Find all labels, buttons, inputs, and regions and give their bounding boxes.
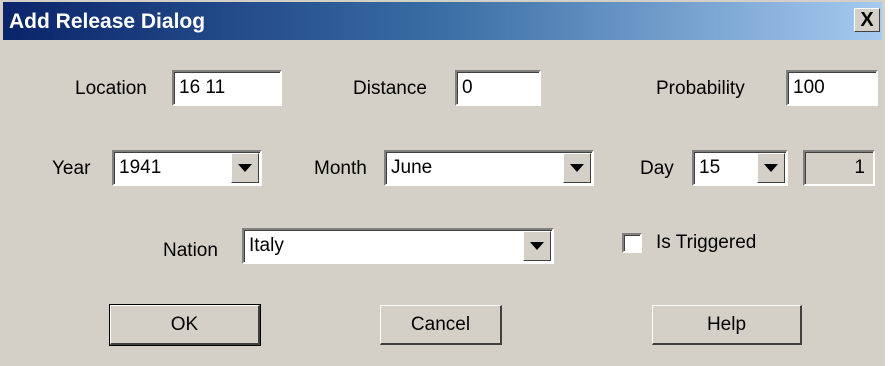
location-input[interactable]: 16 11 [172,70,282,106]
probability-input[interactable]: 100 [786,70,878,106]
is-triggered-checkbox[interactable] [622,233,642,253]
day-label: Day [640,158,674,179]
day-offset-readonly: 1 [803,150,875,186]
cancel-button[interactable]: Cancel [380,305,502,345]
nation-dropdown-button[interactable] [523,231,551,261]
chevron-down-icon [530,242,544,250]
month-dropdown-button[interactable] [563,153,591,183]
probability-label: Probability [656,78,745,99]
nation-select[interactable]: Italy [242,228,554,264]
year-label: Year [52,158,91,179]
add-release-dialog: Add Release Dialog X Location 16 11 Dist… [0,0,886,366]
close-icon: X [860,9,874,31]
window-title: Add Release Dialog [9,10,206,33]
month-select[interactable]: June [384,150,594,186]
chevron-down-icon [570,164,584,172]
month-value: June [391,157,433,178]
chevron-down-icon [764,164,778,172]
distance-label: Distance [353,78,427,99]
nation-label: Nation [163,240,218,261]
month-label: Month [314,158,367,179]
close-button[interactable]: X [854,8,880,32]
day-value: 15 [699,157,721,178]
chevron-down-icon [238,164,252,172]
title-bar[interactable]: Add Release Dialog X [3,2,882,40]
year-value: 1941 [119,157,162,178]
is-triggered-label[interactable]: Is Triggered [656,232,756,254]
year-select[interactable]: 1941 [112,150,262,186]
cancel-button-label: Cancel [410,313,471,335]
ok-button[interactable]: OK [109,304,261,346]
location-label: Location [75,78,147,99]
help-button-label: Help [706,313,747,335]
year-dropdown-button[interactable] [231,153,259,183]
day-select[interactable]: 15 [692,150,788,186]
day-dropdown-button[interactable] [757,153,785,183]
ok-button-label: OK [170,313,199,335]
distance-input[interactable]: 0 [455,70,541,106]
help-button[interactable]: Help [652,305,802,345]
nation-value: Italy [249,235,284,256]
